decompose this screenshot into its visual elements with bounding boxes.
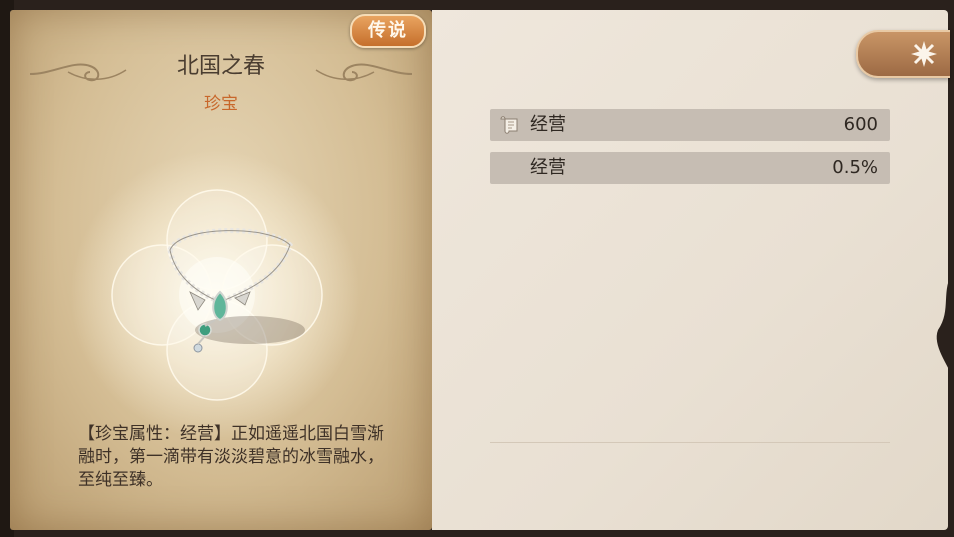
item-detail-dialog: 传说 北国之春 珍宝 【珍宝属性：经营】正如遥遥北国白雪渐融时，第一滴带有淡淡碧… bbox=[0, 0, 954, 537]
stat-row: 经营 0.5% bbox=[490, 152, 890, 184]
stats-panel: 经营 600 经营 0.5% bbox=[432, 10, 950, 530]
close-icon bbox=[911, 41, 937, 67]
ink-border-right bbox=[936, 270, 954, 380]
stat-row: 经营 600 bbox=[490, 109, 890, 141]
close-button[interactable] bbox=[856, 30, 950, 78]
rarity-badge: 传说 bbox=[350, 14, 426, 48]
stat-label: 经营 bbox=[530, 157, 566, 178]
treasure-card: 传说 北国之春 珍宝 【珍宝属性：经营】正如遥遥北国白雪渐融时，第一滴带有淡淡碧… bbox=[10, 10, 432, 530]
stat-label: 经营 bbox=[530, 114, 566, 135]
item-type: 珍宝 bbox=[204, 94, 238, 114]
divider bbox=[490, 442, 890, 443]
item-name: 北国之春 bbox=[176, 54, 265, 79]
stat-value: 600 bbox=[843, 114, 878, 135]
scroll-icon bbox=[500, 116, 518, 134]
necklace-icon bbox=[167, 228, 305, 353]
stat-value: 0.5% bbox=[832, 157, 878, 178]
item-description: 【珍宝属性：经营】正如遥遥北国白雪渐融时，第一滴带有淡淡碧意的冰雪融水，至纯至臻… bbox=[78, 424, 384, 490]
